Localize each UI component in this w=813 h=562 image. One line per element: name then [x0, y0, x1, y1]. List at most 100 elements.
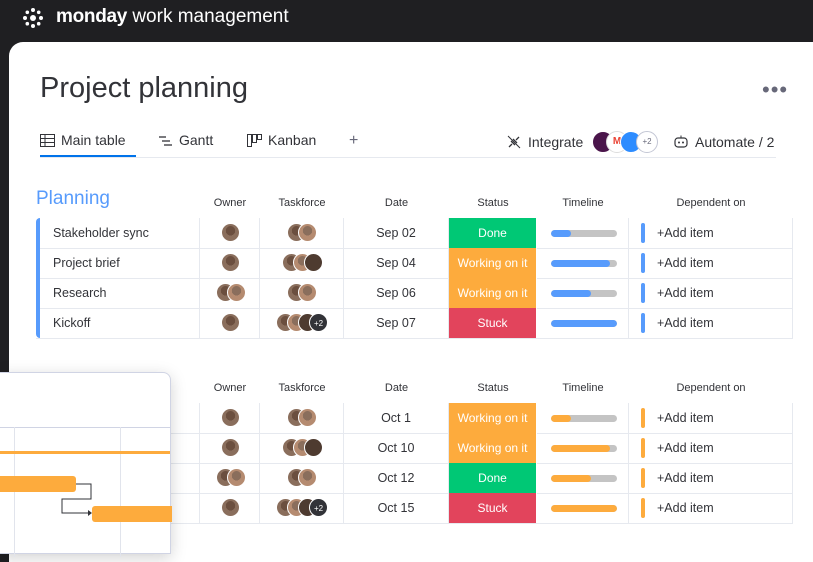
timeline-cell[interactable] [537, 248, 629, 278]
add-item-link[interactable]: +Add item [657, 316, 714, 330]
more-people-badge[interactable]: +2 [309, 498, 328, 517]
gantt-task-bar[interactable] [92, 506, 172, 522]
column-header[interactable]: Dependent on [629, 382, 793, 394]
timeline-cell[interactable] [537, 433, 629, 463]
taskforce-cell[interactable] [260, 433, 344, 463]
status-label[interactable]: Working on it [449, 403, 537, 433]
avatar[interactable] [227, 468, 246, 487]
date-cell[interactable]: Oct 1 [344, 403, 449, 433]
column-header[interactable]: Status [449, 197, 537, 209]
taskforce-cell[interactable]: +2 [260, 308, 344, 338]
avatar[interactable] [298, 408, 317, 427]
dependent-on-cell[interactable]: +Add item [629, 308, 793, 338]
item-name[interactable]: Research [40, 278, 200, 308]
status-label[interactable]: Stuck [449, 493, 537, 523]
date-cell[interactable]: Oct 12 [344, 463, 449, 493]
integrate-button[interactable]: Integrate [506, 134, 583, 150]
avatar[interactable] [221, 438, 240, 457]
owner-cell[interactable] [200, 463, 260, 493]
add-item-link[interactable]: +Add item [657, 226, 714, 240]
avatar[interactable] [221, 408, 240, 427]
add-view-button[interactable]: + [349, 132, 358, 150]
dependent-on-cell[interactable]: +Add item [629, 463, 793, 493]
column-header[interactable]: Date [344, 197, 449, 209]
timeline-cell[interactable] [537, 278, 629, 308]
taskforce-cell[interactable] [260, 463, 344, 493]
column-header[interactable]: Status [449, 382, 537, 394]
tab-main-table[interactable]: Main table [40, 132, 126, 148]
owner-cell[interactable] [200, 218, 260, 248]
avatar[interactable] [221, 498, 240, 517]
timeline-cell[interactable] [537, 308, 629, 338]
add-item-link[interactable]: +Add item [657, 441, 714, 455]
table-row[interactable]: Research Sep 06 Working on it +Add item [36, 278, 793, 309]
group-title-planning[interactable]: Planning [36, 188, 110, 210]
timeline-cell[interactable] [537, 493, 629, 523]
add-item-link[interactable]: +Add item [657, 501, 714, 515]
dependent-on-cell[interactable]: +Add item [629, 403, 793, 433]
status-label[interactable]: Working on it [449, 433, 537, 463]
more-options-button[interactable]: ••• [762, 77, 788, 103]
integrations-icons[interactable]: M +2 [592, 131, 660, 153]
date-cell[interactable]: Sep 04 [344, 248, 449, 278]
add-item-link[interactable]: +Add item [657, 286, 714, 300]
owner-cell[interactable] [200, 308, 260, 338]
taskforce-cell[interactable] [260, 403, 344, 433]
date-cell[interactable]: Oct 10 [344, 433, 449, 463]
more-people-badge[interactable]: +2 [309, 313, 328, 332]
dependent-on-cell[interactable]: +Add item [629, 248, 793, 278]
table-row[interactable]: Project brief Sep 04 Working on it +Add ite… [36, 248, 793, 279]
item-name[interactable]: Stakeholder sync [40, 218, 200, 248]
avatar[interactable] [298, 223, 317, 242]
owner-cell[interactable] [200, 493, 260, 523]
avatar[interactable] [304, 438, 323, 457]
column-header[interactable]: Owner [200, 382, 260, 394]
status-label[interactable]: Done [449, 218, 537, 248]
column-header[interactable]: Owner [200, 197, 260, 209]
date-cell[interactable]: Sep 06 [344, 278, 449, 308]
automate-button[interactable]: Automate / 2 [673, 134, 774, 150]
status-label[interactable]: Working on it [449, 278, 537, 308]
avatar[interactable] [298, 468, 317, 487]
dependent-on-cell[interactable]: +Add item [629, 493, 793, 523]
avatar[interactable] [221, 253, 240, 272]
timeline-cell[interactable] [537, 403, 629, 433]
taskforce-cell[interactable] [260, 218, 344, 248]
avatar[interactable] [227, 283, 246, 302]
taskforce-cell[interactable] [260, 248, 344, 278]
owner-cell[interactable] [200, 403, 260, 433]
owner-cell[interactable] [200, 278, 260, 308]
tab-gantt[interactable]: Gantt [158, 132, 213, 148]
date-cell[interactable]: Oct 15 [344, 493, 449, 523]
column-header[interactable]: Date [344, 382, 449, 394]
dependent-on-cell[interactable]: +Add item [629, 433, 793, 463]
add-item-link[interactable]: +Add item [657, 471, 714, 485]
status-label[interactable]: Stuck [449, 308, 537, 338]
column-header[interactable]: Dependent on [629, 197, 793, 209]
item-name[interactable]: Project brief [40, 248, 200, 278]
date-cell[interactable]: Sep 07 [344, 308, 449, 338]
date-cell[interactable]: Sep 02 [344, 218, 449, 248]
avatar[interactable] [298, 283, 317, 302]
owner-cell[interactable] [200, 433, 260, 463]
taskforce-cell[interactable]: +2 [260, 493, 344, 523]
column-header[interactable]: Timeline [537, 197, 629, 209]
dependent-on-cell[interactable]: +Add item [629, 218, 793, 248]
table-row[interactable]: Kickoff +2 Sep 07 Stuck +Add item [36, 308, 793, 339]
column-header[interactable]: Timeline [537, 382, 629, 394]
status-label[interactable]: Done [449, 463, 537, 493]
avatar[interactable] [221, 223, 240, 242]
status-label[interactable]: Working on it [449, 248, 537, 278]
avatar[interactable] [304, 253, 323, 272]
avatar[interactable] [221, 313, 240, 332]
owner-cell[interactable] [200, 248, 260, 278]
timeline-cell[interactable] [537, 463, 629, 493]
dependent-on-cell[interactable]: +Add item [629, 278, 793, 308]
add-item-link[interactable]: +Add item [657, 411, 714, 425]
column-header[interactable]: Taskforce [260, 382, 344, 394]
add-item-link[interactable]: +Add item [657, 256, 714, 270]
tab-kanban[interactable]: Kanban [247, 132, 316, 148]
item-name[interactable]: Kickoff [40, 308, 200, 338]
taskforce-cell[interactable] [260, 278, 344, 308]
timeline-cell[interactable] [537, 218, 629, 248]
